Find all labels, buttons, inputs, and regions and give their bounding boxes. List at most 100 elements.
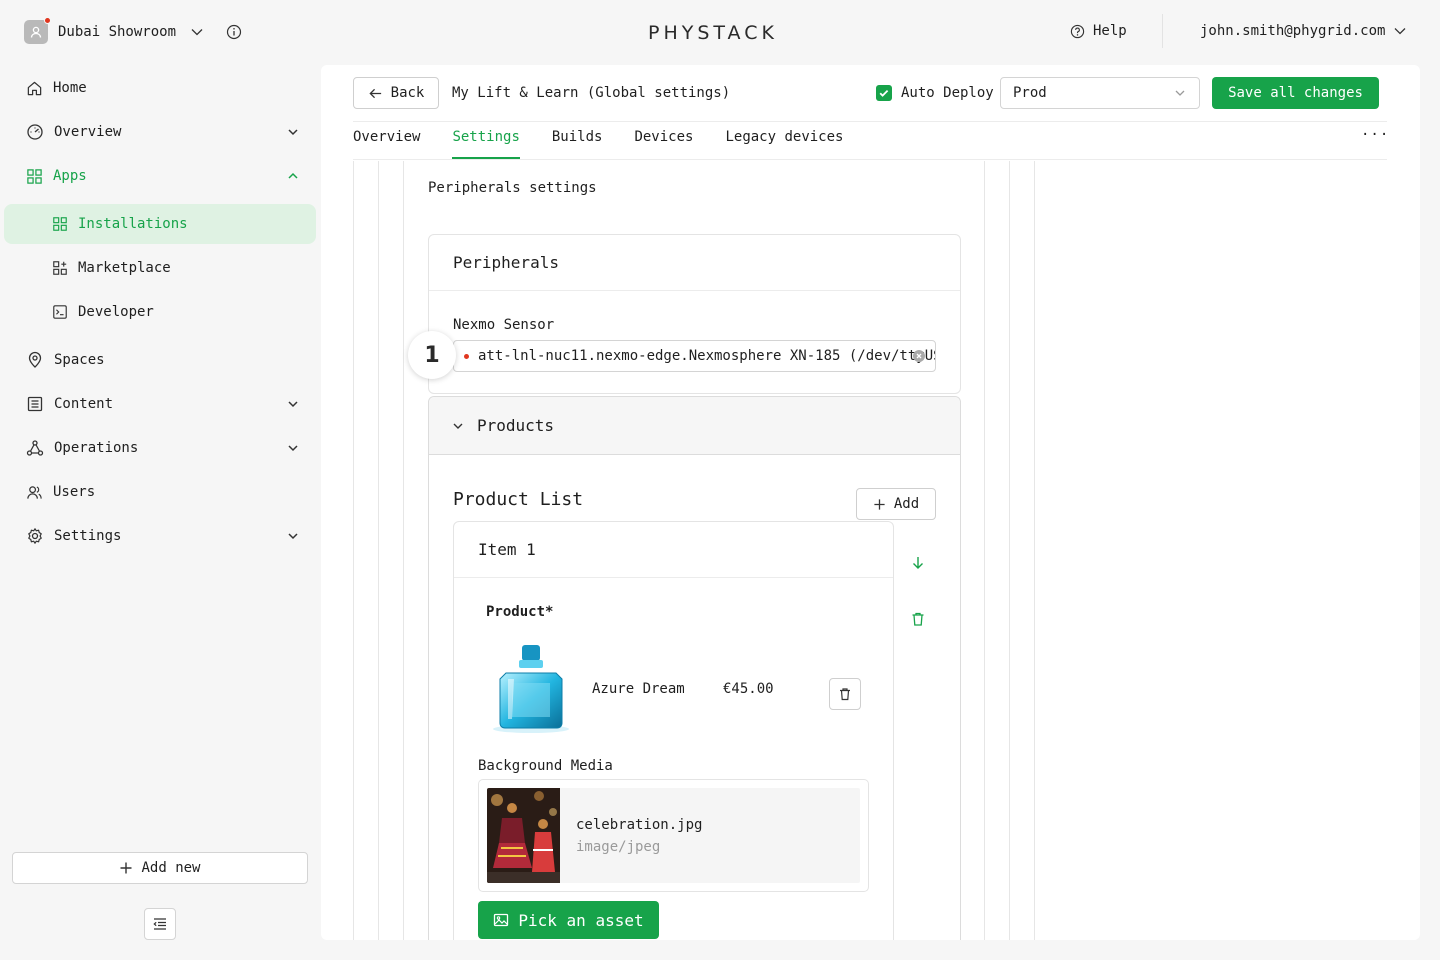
check-icon (879, 89, 889, 97)
arrow-left-icon (369, 88, 381, 98)
chevron-down-icon (288, 129, 298, 136)
products-section: Products Product List Add Item 1 Product… (428, 396, 961, 940)
sensor-label: Nexmo Sensor (453, 317, 555, 333)
header-divider (353, 121, 1387, 122)
sidebar-item-installations[interactable]: Installations (52, 212, 188, 236)
chevron-up-icon (288, 172, 298, 179)
media-filename: celebration.jpg (576, 817, 703, 833)
media-preview: celebration.jpg image/jpeg (487, 788, 860, 883)
chevron-down-icon (1394, 28, 1406, 35)
sidebar-item-home[interactable]: Home (26, 76, 87, 100)
users-icon (27, 485, 42, 499)
sidebar-item-overview[interactable]: Overview (26, 120, 306, 144)
sidebar-item-label: Users (53, 484, 96, 500)
step-badge: 1 (408, 331, 456, 379)
gear-icon (28, 528, 42, 544)
tab-devices[interactable]: Devices (634, 129, 693, 159)
org-avatar (24, 17, 51, 44)
sidebar-item-settings[interactable]: Settings (26, 524, 306, 548)
chevron-down-icon (453, 423, 463, 429)
tab-settings[interactable]: Settings (452, 129, 521, 159)
home-icon (27, 81, 42, 95)
gauge-icon (27, 124, 43, 140)
topbar-divider (1162, 14, 1163, 48)
clear-icon[interactable] (913, 350, 925, 362)
terminal-icon (53, 305, 67, 319)
tab-builds[interactable]: Builds (552, 129, 603, 159)
tab-overview[interactable]: Overview (353, 129, 420, 159)
sidebar-item-operations[interactable]: Operations (26, 436, 306, 460)
nesting-line (984, 161, 985, 940)
more-options-button[interactable]: ··· (1361, 127, 1389, 143)
product-price: €45.00 (723, 681, 774, 697)
add-new-button[interactable]: Add new (12, 852, 308, 884)
nesting-line (1034, 161, 1035, 940)
pick-asset-label: Pick an asset (518, 910, 644, 930)
chevron-down-icon (288, 445, 298, 452)
user-menu[interactable]: john.smith@phygrid.com (1200, 23, 1407, 39)
nesting-line (378, 161, 379, 940)
back-button[interactable]: Back (353, 77, 439, 109)
tabs-divider (353, 159, 1387, 160)
main-panel: Back My Lift & Learn (Global settings) A… (321, 65, 1420, 940)
environment-select[interactable]: Prod (1000, 77, 1200, 109)
sidebar-item-label: Developer (78, 304, 154, 320)
sensor-value: att-lnl-nuc11.nexmo-edge.Nexmosphere XN-… (478, 348, 936, 364)
save-all-changes-button[interactable]: Save all changes (1212, 77, 1379, 109)
org-switcher[interactable]: Dubai Showroom (24, 17, 242, 44)
org-name: Dubai Showroom (58, 24, 177, 40)
sidebar-item-content[interactable]: Content (26, 392, 306, 416)
media-card: celebration.jpg image/jpeg (478, 779, 869, 892)
phystack-logo: PHYSTACK (648, 22, 778, 44)
sidebar-item-apps[interactable]: Apps (26, 164, 306, 188)
product-name: Azure Dream (592, 681, 685, 697)
background-media-label: Background Media (478, 758, 613, 774)
chevron-down-icon (1175, 90, 1185, 96)
sidebar-item-spaces[interactable]: Spaces (26, 348, 105, 372)
help-icon (1070, 24, 1085, 38)
auto-deploy-label: Auto Deploy (901, 85, 994, 101)
item-title: Item 1 (454, 522, 893, 578)
back-label: Back (390, 85, 425, 101)
sidebar-item-label: Settings (54, 528, 122, 544)
collapse-menu-icon (153, 918, 166, 930)
sensor-select[interactable]: att-lnl-nuc11.nexmo-edge.Nexmosphere XN-… (453, 340, 936, 372)
plus-icon (120, 862, 132, 874)
tab-bar: Overview Settings Builds Devices Legacy … (353, 129, 843, 159)
auto-deploy-checkbox[interactable]: Auto Deploy (876, 85, 994, 101)
move-down-icon[interactable] (910, 555, 926, 571)
list-icon (27, 396, 43, 412)
user-email: john.smith@phygrid.com (1200, 23, 1386, 39)
nesting-line (403, 161, 404, 940)
checkbox[interactable] (876, 85, 892, 101)
delete-item-icon[interactable] (910, 611, 926, 627)
products-title: Products (477, 416, 555, 435)
collapse-sidebar-button[interactable] (144, 908, 176, 940)
pick-asset-button[interactable]: Pick an asset (478, 901, 659, 939)
product-field-label: Product* (486, 604, 554, 620)
sidebar-item-marketplace[interactable]: Marketplace (52, 256, 171, 280)
grid-icon (27, 168, 42, 184)
location-pin-icon (28, 351, 42, 368)
add-item-button[interactable]: Add (856, 488, 936, 520)
media-thumbnail (487, 788, 560, 883)
products-header[interactable]: Products (429, 397, 960, 455)
peripherals-title: Peripherals (429, 235, 960, 291)
sidebar-item-label: Home (53, 80, 87, 96)
tab-legacy-devices[interactable]: Legacy devices (725, 129, 843, 159)
section-title: Peripherals settings (428, 180, 597, 196)
sidebar-item-developer[interactable]: Developer (52, 300, 154, 324)
nesting-line (353, 161, 354, 940)
peripherals-card: Peripherals Nexmo Sensor att-lnl-nuc11.n… (428, 234, 961, 394)
info-icon[interactable] (226, 24, 242, 40)
environment-value: Prod (1013, 85, 1047, 101)
sidebar-item-label: Apps (53, 168, 87, 184)
remove-product-button[interactable] (829, 678, 861, 710)
chevron-down-icon (288, 533, 298, 540)
image-icon (494, 913, 509, 927)
product-image (486, 639, 576, 733)
grid-icon (53, 217, 67, 231)
chevron-down-icon (288, 401, 298, 408)
sidebar-item-users[interactable]: Users (26, 480, 95, 504)
help-button[interactable]: Help (1070, 23, 1127, 39)
